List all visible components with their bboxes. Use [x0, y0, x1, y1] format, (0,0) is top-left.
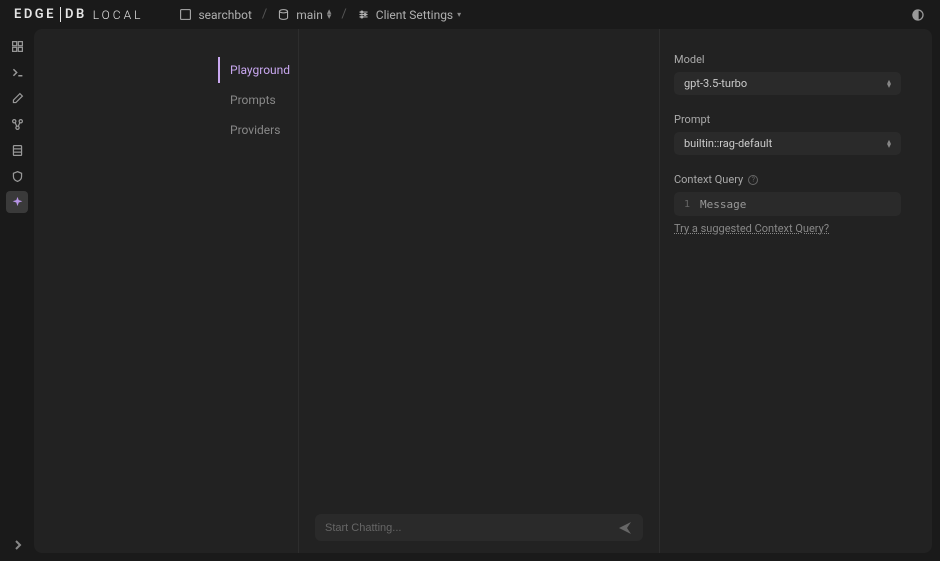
chat-area	[298, 29, 660, 553]
select-arrows-icon: ▴▾	[887, 80, 891, 88]
chat-input-wrap	[315, 502, 643, 553]
bottom-bar	[10, 537, 26, 553]
sidebar-nav: Playground Prompts Providers	[218, 57, 298, 147]
branch-icon	[277, 8, 290, 21]
chat-input[interactable]	[325, 522, 617, 534]
chat-messages	[315, 29, 643, 502]
icon-rail	[0, 29, 34, 561]
rail-data[interactable]	[6, 139, 28, 161]
breadcrumb-project[interactable]: searchbot	[179, 8, 251, 22]
logo-text-2: DB	[65, 7, 87, 22]
breadcrumb-page-label: Client Settings	[376, 8, 453, 22]
chat-input-container	[315, 514, 643, 541]
breadcrumb-page[interactable]: Client Settings ▾	[357, 8, 461, 22]
context-query-label-text: Context Query	[674, 173, 743, 186]
main-layout: Playground Prompts Providers Model	[0, 29, 940, 561]
settings-panel: Model gpt-3.5-turbo ▴▾ Prompt builtin::r…	[660, 29, 925, 553]
logo: EDGE DB LOCAL	[14, 7, 143, 22]
database-icon	[179, 8, 192, 21]
prompt-select[interactable]: builtin::rag-default ▴▾	[674, 132, 901, 155]
rail-auth[interactable]	[6, 165, 28, 187]
rail-schema[interactable]	[6, 113, 28, 135]
setting-model: Model gpt-3.5-turbo ▴▾	[674, 53, 901, 95]
logo-divider	[60, 7, 61, 22]
breadcrumb-sep: /	[341, 7, 346, 22]
logo-text-1: EDGE	[14, 7, 56, 22]
nav-providers[interactable]: Providers	[218, 117, 298, 143]
info-icon[interactable]: ?	[748, 175, 758, 185]
settings-icon	[357, 8, 370, 21]
content-panel: Playground Prompts Providers Model	[34, 29, 932, 553]
collapse-sidebar-button[interactable]	[10, 537, 26, 553]
breadcrumb: searchbot / main ▴▾ / Client Settings ▾	[179, 7, 461, 22]
rail-edit[interactable]	[6, 87, 28, 109]
context-query-input[interactable]: 1 Message	[674, 192, 901, 216]
model-label: Model	[674, 53, 901, 66]
prompt-label: Prompt	[674, 113, 901, 126]
send-button[interactable]	[617, 520, 633, 536]
breadcrumb-branch-label: main	[296, 8, 323, 22]
updown-icon: ▴▾	[327, 10, 332, 18]
rail-terminal[interactable]	[6, 61, 28, 83]
logo-local: LOCAL	[93, 8, 144, 22]
context-query-value: Message	[700, 198, 746, 211]
nav-prompts[interactable]: Prompts	[218, 87, 298, 113]
header-left: EDGE DB LOCAL searchbot / main ▴▾ /	[14, 7, 461, 22]
secondary-sidebar: Playground Prompts Providers	[34, 29, 298, 553]
context-query-label: Context Query ?	[674, 173, 901, 186]
model-select[interactable]: gpt-3.5-turbo ▴▾	[674, 72, 901, 95]
select-arrows-icon: ▴▾	[887, 140, 891, 148]
theme-toggle[interactable]	[910, 7, 926, 23]
suggest-context-query-link[interactable]: Try a suggested Context Query?	[674, 222, 829, 235]
breadcrumb-sep: /	[262, 7, 267, 22]
rail-ai[interactable]	[6, 191, 28, 213]
chevron-down-icon: ▾	[457, 10, 461, 19]
rail-dashboard[interactable]	[6, 35, 28, 57]
nav-playground[interactable]: Playground	[218, 57, 298, 83]
model-value: gpt-3.5-turbo	[684, 77, 747, 90]
prompt-value: builtin::rag-default	[684, 137, 772, 150]
breadcrumb-branch[interactable]: main ▴▾	[277, 8, 331, 22]
header: EDGE DB LOCAL searchbot / main ▴▾ /	[0, 0, 940, 29]
setting-prompt: Prompt builtin::rag-default ▴▾	[674, 113, 901, 155]
setting-context-query: Context Query ? 1 Message Try a suggeste…	[674, 173, 901, 236]
breadcrumb-project-label: searchbot	[198, 8, 251, 22]
line-number: 1	[674, 199, 700, 210]
